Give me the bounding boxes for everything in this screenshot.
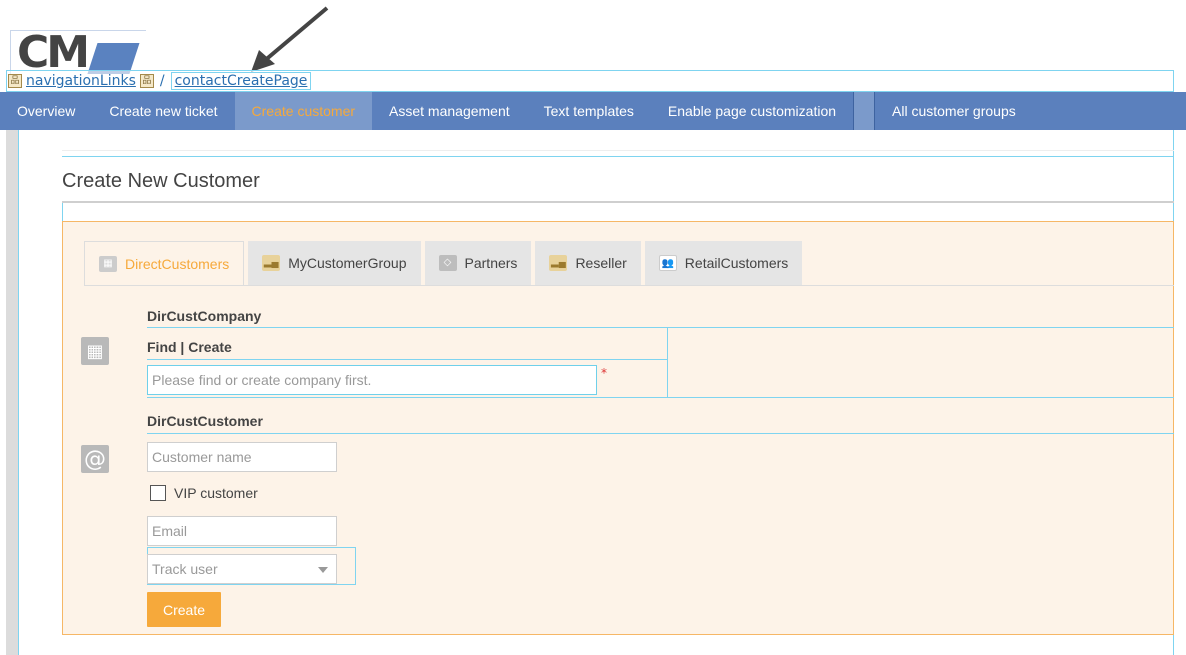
annotation-arrow-icon (251, 6, 329, 72)
tab-partners[interactable]: ◇ Partners (424, 241, 532, 285)
company-section-title: DirCustCompany (147, 308, 262, 324)
required-marker: * (601, 366, 607, 380)
tab-label: RetailCustomers (684, 255, 789, 271)
nav-item-overview[interactable]: Overview (0, 92, 92, 130)
chart-icon: ▂▄ (549, 255, 568, 271)
track-user-select[interactable]: Track user (147, 554, 337, 584)
tab-label: MyCustomerGroup (288, 255, 407, 271)
page-title: Create New Customer (62, 170, 260, 192)
chart-icon: ▂▄ (262, 255, 281, 271)
tab-underline (84, 285, 1174, 286)
people-icon: 👥 (658, 255, 677, 271)
nav-item-customer-groups[interactable]: All customer groups (875, 92, 1033, 130)
customer-section-title: DirCustCustomer (147, 413, 263, 429)
tab-direct-customers[interactable]: ▦ DirectCustomers (84, 241, 245, 285)
nav-item-enable-customization[interactable]: Enable page customization (651, 92, 853, 130)
email-placeholder: Email (152, 523, 188, 539)
tab-reseller[interactable]: ▂▄ Reseller (535, 241, 641, 285)
tab-label: DirectCustomers (125, 255, 230, 272)
at-sign-icon: @ (81, 445, 109, 473)
create-button[interactable]: Create (147, 592, 221, 627)
email-input[interactable]: Email (147, 516, 337, 546)
tree-icon: 品 (139, 74, 154, 88)
vip-checkbox-row[interactable]: VIP customer (150, 485, 258, 501)
divider (147, 359, 667, 360)
divider (147, 397, 1174, 398)
nav-item-text-templates[interactable]: Text templates (527, 92, 651, 130)
tab-my-customer-group[interactable]: ▂▄ MyCustomerGroup (248, 241, 421, 285)
tree-icon: 品 (8, 74, 22, 88)
content-frame (62, 203, 1174, 223)
find-create-header: Find | Create (147, 339, 232, 355)
divider (62, 150, 1174, 151)
diamond-icon: ◇ (438, 255, 457, 271)
breadcrumb-link-current[interactable]: contactCreatePage (170, 72, 312, 90)
left-gutter (6, 130, 18, 655)
nav-divider (853, 92, 876, 130)
divider (62, 156, 1174, 157)
customer-name-input[interactable]: Customer name (147, 442, 337, 472)
tab-retail-customers[interactable]: 👥 RetailCustomers (644, 241, 803, 285)
company-search-placeholder: Please find or create company first. (152, 372, 372, 388)
customer-name-placeholder: Customer name (152, 449, 252, 465)
nav-item-create-customer[interactable]: Create customer (234, 92, 373, 130)
breadcrumb: 品 navigationLinks 品 / contactCreatePage (8, 71, 312, 91)
vip-label: VIP customer (174, 485, 258, 501)
app-logo: CM (10, 30, 146, 74)
divider (147, 433, 1174, 434)
logo-text: CM (17, 30, 90, 74)
breadcrumb-link-navigation[interactable]: navigationLinks (26, 73, 136, 89)
building-icon: ▦ (81, 337, 109, 365)
nav-item-asset-management[interactable]: Asset management (372, 92, 527, 130)
breadcrumb-separator: / (159, 73, 165, 89)
track-user-placeholder: Track user (152, 561, 218, 577)
chevron-down-icon (318, 567, 328, 573)
vip-checkbox[interactable] (150, 485, 166, 501)
building-icon: ▦ (99, 255, 117, 272)
tab-label: Partners (464, 255, 518, 271)
customer-group-tabs: ▦ DirectCustomers ▂▄ MyCustomerGroup ◇ P… (84, 241, 803, 285)
divider (667, 327, 668, 397)
main-nav: Overview Create new ticket Create custom… (0, 92, 1186, 130)
tab-label: Reseller (575, 255, 627, 271)
nav-item-create-ticket[interactable]: Create new ticket (92, 92, 234, 130)
divider (147, 327, 1174, 328)
company-search-input[interactable]: Please find or create company first. (147, 365, 597, 395)
